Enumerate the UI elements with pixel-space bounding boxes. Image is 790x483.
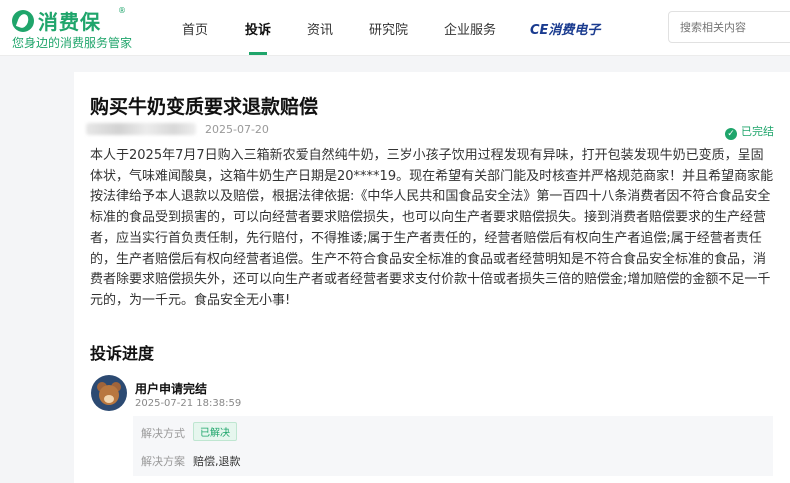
resolution-plan-value: 赔偿,退款 [193, 455, 241, 468]
progress-step-details: 解决方式 已解决 解决方案 赔偿,退款 [133, 416, 773, 476]
check-circle-icon: ✓ [725, 128, 737, 140]
search-input[interactable] [669, 12, 790, 42]
status-badge: ✓ 已完结 [725, 123, 774, 140]
logo-name: 消费保 [38, 10, 101, 34]
search-box[interactable] [668, 11, 790, 43]
avatar [91, 375, 127, 411]
top-header: 消费保 ® 您身边的消费服务管家 首页 投诉 资讯 研究院 企业服务 CE消费电… [0, 0, 790, 56]
resolution-method-label: 解决方式 [141, 427, 185, 440]
complaint-body: 本人于2025年7月7日购入三箱新农爱自然纯牛奶，三岁小孩子饮用过程发现有异味，… [90, 148, 774, 308]
logo-registered-mark: ® [118, 6, 126, 15]
resolution-plan-label: 解决方案 [141, 455, 185, 468]
resolution-method-badge: 已解决 [193, 422, 237, 441]
progress-step-time: 2025-07-21 18:38:59 [135, 398, 242, 409]
nav-complaints[interactable]: 投诉 [245, 19, 271, 55]
site-logo[interactable]: 消费保 ® 您身边的消费服务管家 [12, 6, 162, 52]
bear-snout [104, 395, 114, 403]
complaint-card: 购买牛奶变质要求退款赔偿 2025-07-20 ✓ 已完结 本人于2025年7月7… [74, 72, 790, 483]
nav-home[interactable]: 首页 [182, 19, 208, 38]
logo-slogan: 您身边的消费服务管家 [12, 36, 133, 50]
progress-section-title: 投诉进度 [90, 344, 155, 363]
progress-step-title: 用户申请完结 [135, 382, 208, 396]
status-text: 已完结 [741, 125, 774, 138]
nav-enterprise-services[interactable]: 企业服务 [444, 19, 496, 38]
complaint-date: 2025-07-20 [205, 123, 269, 136]
ce-electronics-logo[interactable]: CE消费电子 [530, 19, 600, 38]
nav-news[interactable]: 资讯 [307, 19, 333, 38]
blurred-username [86, 123, 196, 135]
logo-leaf-icon [12, 10, 34, 32]
nav-research[interactable]: 研究院 [369, 19, 408, 38]
complaint-title: 购买牛奶变质要求退款赔偿 [90, 96, 319, 118]
